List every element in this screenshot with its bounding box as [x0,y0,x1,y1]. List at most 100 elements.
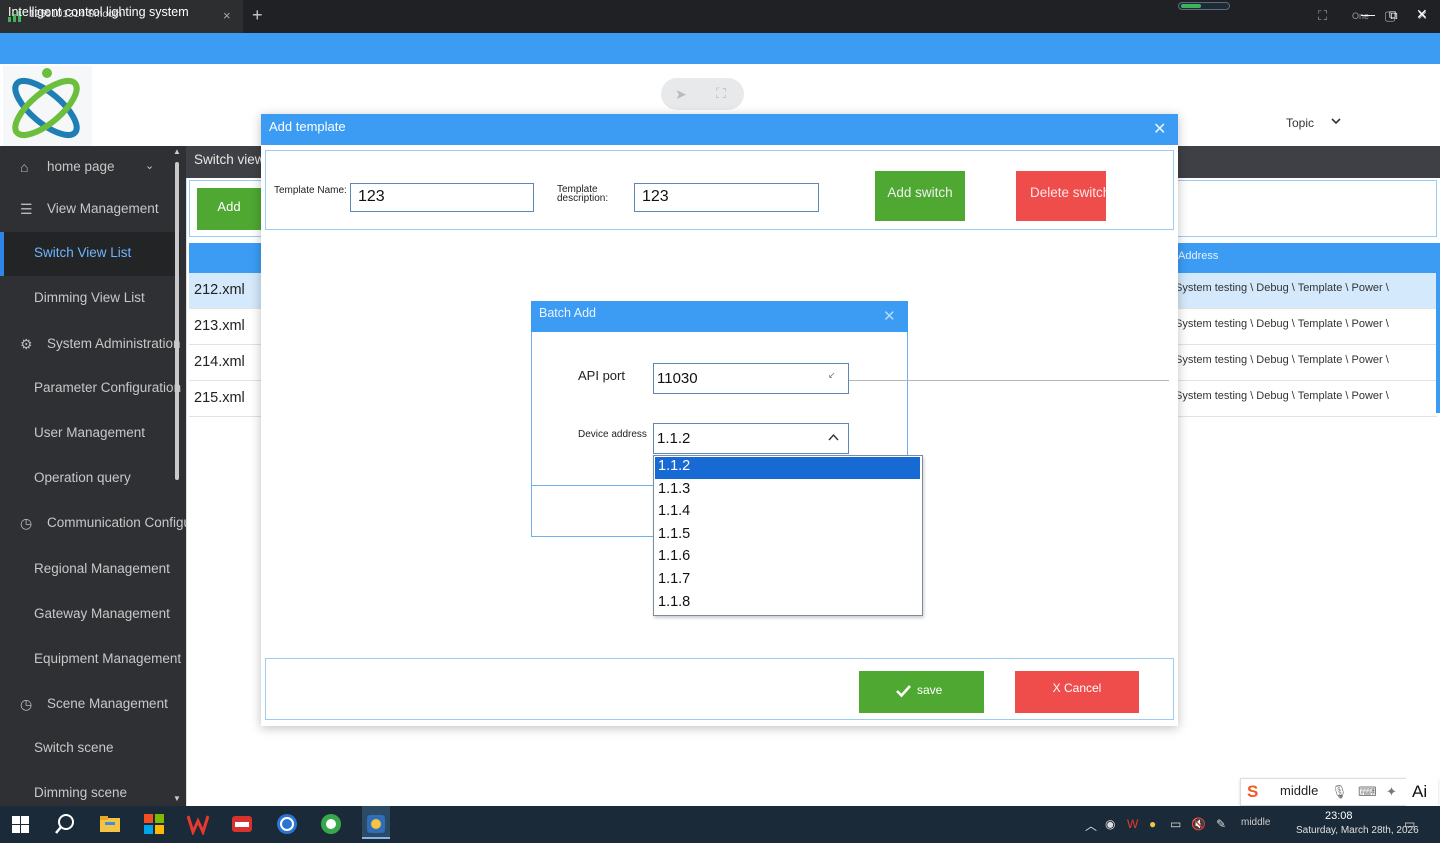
chevron-down-icon[interactable] [1331,116,1341,126]
pen-icon[interactable]: ✎ [1216,817,1226,831]
new-tab-icon[interactable]: + [252,5,263,26]
sidebar-item-label: Dimming scene [34,785,128,800]
tray-monitor-icon[interactable]: ▭ [1170,817,1181,831]
tray-ime-text[interactable]: middle [1241,817,1270,828]
sidebar-item[interactable]: Dimming View List [0,277,180,321]
pointer-icon[interactable]: ➤ [675,86,687,103]
dropdown-option[interactable]: 1.1.2 [655,457,920,479]
dialog-title: Add template [269,119,346,134]
microphone-icon[interactable]: 🎙 [1331,784,1348,800]
add-switch-button[interactable]: Add switch [875,171,965,221]
sidebar-item-label: Operation query [34,470,131,485]
dropdown-option[interactable]: 1.1.4 [655,502,920,524]
ime-mode-text[interactable]: middle [1280,783,1318,798]
ime-logo-icon[interactable]: S [1247,782,1258,802]
sidebar-item[interactable]: Gateway Management [0,593,180,637]
clock-icon: ◷ [20,515,33,531]
guide-line [849,380,1169,381]
gear-icon: ⚙ [20,336,33,352]
scroll-up-icon[interactable]: ▲ [173,147,181,156]
chevron-up-icon[interactable] [828,433,839,442]
sidebar-item-label: Dimming View List [34,290,145,305]
sidebar-item[interactable]: Parameter Configuration [0,367,182,411]
dropdown-option[interactable]: 1.1.3 [655,480,920,502]
sidebar-item[interactable]: Operation query [0,457,180,501]
scroll-down-icon[interactable]: ▼ [173,794,181,803]
sidebar-item[interactable]: ◷ Scene Management [0,683,180,727]
tray-wps-icon[interactable]: W [1127,817,1138,831]
add-button[interactable]: Add [197,188,261,230]
table-scrollbar[interactable] [1436,243,1440,413]
address-cell: System testing \ Debug \ Template \ Powe… [1175,390,1389,402]
sidebar-item[interactable]: ⌂ home page ⌄ [0,146,180,190]
volume-muted-icon[interactable]: 🔇 [1191,817,1206,831]
sidebar-item-label: Parameter Configuration [34,380,182,395]
lighting-app-icon[interactable] [365,813,387,835]
tray-app-icon[interactable]: ● [1149,817,1156,831]
connection-indicator-fill [1181,4,1201,8]
file-name-cell: 214.xml [194,354,245,370]
sidebar-item[interactable]: Switch View List [0,232,180,276]
breadcrumb: Switch view [194,152,265,167]
app-title-bar [0,33,1440,64]
dropdown-option[interactable]: 1.1.7 [655,570,920,592]
save-label: save [917,683,943,697]
close-icon[interactable]: ✕ [883,307,896,325]
delete-switch-button[interactable]: Delete switch [1016,171,1106,221]
search-icon[interactable] [54,813,76,835]
api-port-label: API port [578,368,625,383]
fullscreen-icon[interactable]: ⛶ [1318,8,1327,24]
tray-expand-icon[interactable]: ︿ [1085,817,1097,834]
sidebar-item-label: User Management [34,425,146,440]
batch-dialog-title: Batch Add [539,306,596,320]
logo [3,66,92,146]
dropdown-option[interactable]: 1.1.8 [655,593,920,615]
wps-icon[interactable] [187,813,209,835]
sidebar-item[interactable]: User Management [0,412,180,456]
file-name-cell: 212.xml [194,282,245,298]
sidebar-item[interactable]: Equipment Management [0,638,181,682]
chevron-down-icon[interactable]: ⌄ [145,159,154,172]
sidebar-item-label: Gateway Management [34,606,170,621]
template-description-label: Template description: [557,184,609,204]
notification-icon[interactable]: ▭ [1404,817,1415,831]
template-description-input[interactable]: 123 [634,183,819,212]
dialog-header [261,114,1178,145]
tool-app-icon[interactable] [231,813,253,835]
expand-icon[interactable]: ⛶ [716,85,726,102]
sidebar-item[interactable]: ⚙ System Administration [0,323,181,367]
sidebar-item[interactable]: Switch scene [0,727,180,771]
app-store-icon[interactable] [143,813,165,835]
ai-label: Ai [1412,782,1428,801]
template-name-input[interactable]: 123 [350,183,534,212]
green-app-icon[interactable] [320,813,342,835]
tray-network-app-icon[interactable]: ◉ [1105,817,1115,831]
remote-toolbar [661,78,744,110]
keyboard-icon[interactable]: ⌨ [1358,784,1377,800]
file-explorer-icon[interactable] [99,813,121,835]
dropdown-option[interactable]: 1.1.5 [655,525,920,547]
cancel-button[interactable]: X Cancel [1015,671,1139,713]
browser-icon[interactable] [276,813,298,835]
sidebar-item-label: home page [47,159,115,174]
dropdown-option[interactable]: 1.1.6 [655,547,920,569]
windows-start-icon[interactable] [12,816,29,833]
sidebar-item[interactable]: Regional Management [0,548,180,592]
template-name-label: Template Name: [274,185,347,196]
tab-close-icon[interactable]: × [223,8,231,23]
clock-date[interactable]: Saturday, March 28th, 2026 [1296,825,1419,836]
topic-selector[interactable]: Topic [1286,116,1314,130]
check-icon [896,685,911,698]
sidebar-item[interactable]: ☰ View Management [0,188,180,232]
address-cell: System testing \ Debug \ Template \ Powe… [1175,354,1389,366]
minimize-icon[interactable]: — [1361,6,1375,22]
sidebar-item[interactable]: ◷ Communication Configuration [0,502,225,546]
skin-icon[interactable]: ✦ [1386,784,1397,800]
clock-time[interactable]: 23:08 [1325,810,1353,822]
restore-icon[interactable]: ⧉ [1389,8,1398,23]
api-port-input[interactable]: 11030 [653,363,849,394]
device-address-select[interactable]: 1.1.2 [653,423,849,454]
sidebar-scroll-thumb[interactable] [175,162,179,480]
close-icon[interactable]: ✕ [1416,6,1428,23]
close-icon[interactable]: ✕ [1153,119,1166,139]
